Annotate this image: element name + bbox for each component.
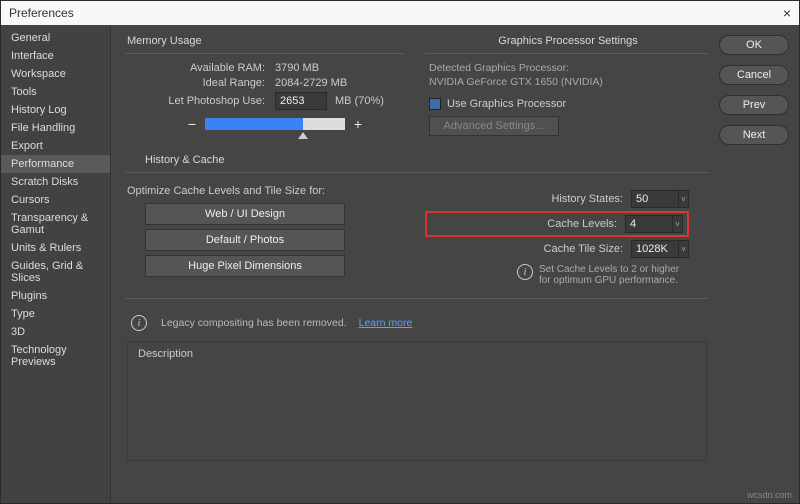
sidebar-item-scratch-disks[interactable]: Scratch Disks — [1, 173, 110, 191]
history-cache-title: History & Cache — [145, 154, 709, 166]
chevron-down-icon[interactable]: ˅ — [673, 215, 683, 233]
sidebar-item-file-handling[interactable]: File Handling — [1, 119, 110, 137]
slider-minus-button[interactable]: − — [185, 116, 199, 132]
memory-slider[interactable]: − + — [185, 116, 405, 132]
sidebar-item-type[interactable]: Type — [1, 305, 110, 323]
ok-button[interactable]: OK — [719, 35, 789, 55]
available-ram-value: 3790 MB — [275, 62, 319, 74]
sidebar-item-tools[interactable]: Tools — [1, 83, 110, 101]
dialog-buttons: OK Cancel Prev Next — [719, 25, 799, 503]
description-box: Description — [127, 341, 707, 461]
next-button[interactable]: Next — [719, 125, 789, 145]
info-icon: i — [131, 315, 147, 331]
titlebar: Preferences × — [1, 1, 799, 25]
photoshop-use-label: Let Photoshop Use: — [125, 95, 265, 107]
window-body: GeneralInterfaceWorkspaceToolsHistory Lo… — [1, 25, 799, 503]
huge-pixel-button[interactable]: Huge Pixel Dimensions — [145, 255, 345, 277]
slider-plus-button[interactable]: + — [351, 116, 365, 132]
sidebar-item-plugins[interactable]: Plugins — [1, 287, 110, 305]
sidebar-item-units-rulers[interactable]: Units & Rulers — [1, 239, 110, 257]
cache-levels-label: Cache Levels: — [547, 218, 617, 230]
history-states-input[interactable]: 50 — [631, 190, 679, 208]
ideal-range-value: 2084-2729 MB — [275, 77, 347, 89]
photoshop-use-suffix: MB (70%) — [335, 95, 384, 107]
cache-tile-size-label: Cache Tile Size: — [544, 243, 623, 255]
sidebar-item-technology-previews[interactable]: Technology Previews — [1, 341, 110, 371]
info-icon: i — [517, 264, 533, 280]
advanced-settings-button[interactable]: Advanced Settings... — [429, 116, 559, 136]
legacy-text: Legacy compositing has been removed. — [161, 317, 347, 329]
preferences-window: Preferences × GeneralInterfaceWorkspaceT… — [0, 0, 800, 504]
main-panel: Memory Usage Available RAM: 3790 MB Idea… — [111, 25, 719, 503]
watermark: wcsdn.com — [747, 490, 792, 500]
chevron-down-icon[interactable]: ˅ — [679, 240, 689, 258]
history-states-label: History States: — [551, 193, 623, 205]
detected-gp-label: Detected Graphics Processor: — [429, 62, 709, 74]
slider-thumb-icon[interactable] — [298, 132, 308, 139]
sidebar-item-transparency-gamut[interactable]: Transparency & Gamut — [1, 209, 110, 239]
graphics-title: Graphics Processor Settings — [427, 35, 709, 47]
optimize-label: Optimize Cache Levels and Tile Size for: — [127, 185, 405, 197]
available-ram-label: Available RAM: — [125, 62, 265, 74]
window-title: Preferences — [9, 6, 74, 20]
sidebar-item-export[interactable]: Export — [1, 137, 110, 155]
sidebar-item-interface[interactable]: Interface — [1, 47, 110, 65]
cache-tile-size-input[interactable]: 1028K — [631, 240, 679, 258]
sidebar-item-general[interactable]: General — [1, 29, 110, 47]
cache-levels-input[interactable]: 4 — [625, 215, 673, 233]
ideal-range-label: Ideal Range: — [125, 77, 265, 89]
sidebar-item-guides-grid-slices[interactable]: Guides, Grid & Slices — [1, 257, 110, 287]
cache-levels-highlight: Cache Levels: 4 ˅ — [425, 211, 689, 237]
cache-info-text: Set Cache Levels to 2 or higher for opti… — [539, 264, 689, 286]
default-photos-button[interactable]: Default / Photos — [145, 229, 345, 251]
web-ui-design-button[interactable]: Web / UI Design — [145, 203, 345, 225]
sidebar-item-performance[interactable]: Performance — [1, 155, 110, 173]
use-gp-checkbox[interactable] — [429, 98, 441, 110]
sidebar-item-workspace[interactable]: Workspace — [1, 65, 110, 83]
photoshop-use-input[interactable] — [275, 92, 327, 110]
sidebar-item-cursors[interactable]: Cursors — [1, 191, 110, 209]
sidebar-item-history-log[interactable]: History Log — [1, 101, 110, 119]
sidebar-item-3d[interactable]: 3D — [1, 323, 110, 341]
learn-more-link[interactable]: Learn more — [359, 317, 413, 329]
memory-usage-title: Memory Usage — [127, 35, 405, 47]
detected-gp-value: NVIDIA GeForce GTX 1650 (NVIDIA) — [429, 76, 709, 88]
cancel-button[interactable]: Cancel — [719, 65, 789, 85]
description-title: Description — [138, 348, 696, 360]
prev-button[interactable]: Prev — [719, 95, 789, 115]
slider-fill — [205, 118, 303, 130]
chevron-down-icon[interactable]: ˅ — [679, 190, 689, 208]
use-gp-label: Use Graphics Processor — [447, 98, 566, 110]
slider-track[interactable] — [205, 118, 345, 130]
close-icon[interactable]: × — [783, 5, 791, 21]
sidebar: GeneralInterfaceWorkspaceToolsHistory Lo… — [1, 25, 111, 503]
